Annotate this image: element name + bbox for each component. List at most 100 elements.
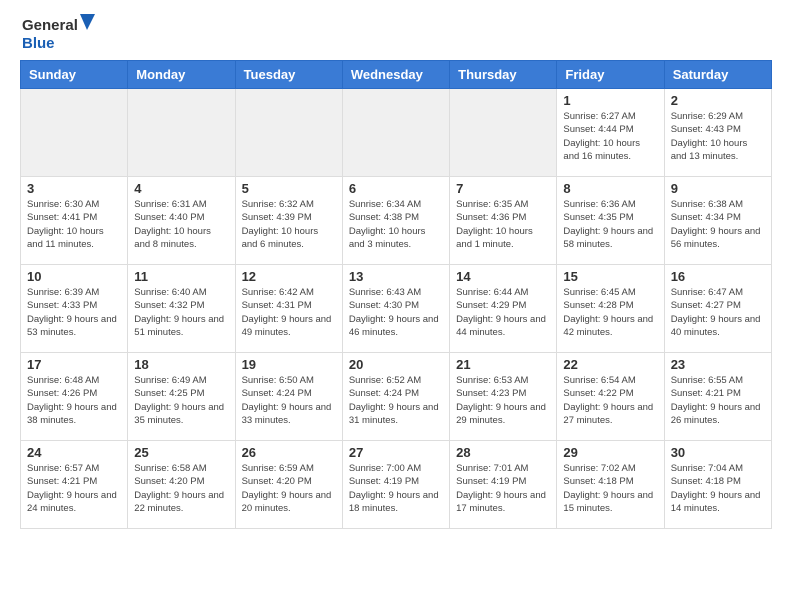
calendar-cell: 2Sunrise: 6:29 AMSunset: 4:43 PMDaylight… (664, 89, 771, 177)
weekday-header: Sunday (21, 61, 128, 89)
calendar-cell (128, 89, 235, 177)
day-info-line: Daylight: 9 hours and 20 minutes. (242, 489, 336, 516)
day-info-line: Sunrise: 7:02 AM (563, 462, 657, 475)
day-info-line: Sunset: 4:28 PM (563, 299, 657, 312)
day-info-line: Daylight: 10 hours and 1 minute. (456, 225, 550, 252)
day-number: 8 (563, 181, 657, 196)
calendar-cell: 28Sunrise: 7:01 AMSunset: 4:19 PMDayligh… (450, 441, 557, 529)
calendar-cell: 17Sunrise: 6:48 AMSunset: 4:26 PMDayligh… (21, 353, 128, 441)
day-info-line: Sunset: 4:20 PM (242, 475, 336, 488)
weekday-header: Tuesday (235, 61, 342, 89)
day-number: 10 (27, 269, 121, 284)
day-number: 13 (349, 269, 443, 284)
calendar-cell (235, 89, 342, 177)
day-info-line: Daylight: 9 hours and 26 minutes. (671, 401, 765, 428)
day-info-line: Daylight: 9 hours and 46 minutes. (349, 313, 443, 340)
day-info-line: Daylight: 9 hours and 17 minutes. (456, 489, 550, 516)
day-number: 15 (563, 269, 657, 284)
day-info-line: Sunrise: 6:49 AM (134, 374, 228, 387)
day-info-line: Daylight: 9 hours and 15 minutes. (563, 489, 657, 516)
day-info-line: Sunrise: 6:32 AM (242, 198, 336, 211)
calendar-week-row: 1Sunrise: 6:27 AMSunset: 4:44 PMDaylight… (21, 89, 772, 177)
calendar-cell: 15Sunrise: 6:45 AMSunset: 4:28 PMDayligh… (557, 265, 664, 353)
day-info-line: Sunset: 4:21 PM (671, 387, 765, 400)
day-info-line: Sunrise: 6:34 AM (349, 198, 443, 211)
svg-text:Blue: Blue (22, 35, 55, 52)
day-number: 14 (456, 269, 550, 284)
calendar-cell: 6Sunrise: 6:34 AMSunset: 4:38 PMDaylight… (342, 177, 449, 265)
day-info-line: Sunrise: 6:58 AM (134, 462, 228, 475)
day-info-line: Sunrise: 6:47 AM (671, 286, 765, 299)
day-info-line: Daylight: 9 hours and 42 minutes. (563, 313, 657, 340)
calendar-cell: 1Sunrise: 6:27 AMSunset: 4:44 PMDaylight… (557, 89, 664, 177)
day-info-line: Daylight: 9 hours and 24 minutes. (27, 489, 121, 516)
day-number: 25 (134, 445, 228, 460)
day-info-line: Sunrise: 6:35 AM (456, 198, 550, 211)
day-info-line: Daylight: 9 hours and 18 minutes. (349, 489, 443, 516)
day-info-line: Daylight: 10 hours and 8 minutes. (134, 225, 228, 252)
day-info-line: Sunset: 4:43 PM (671, 123, 765, 136)
day-number: 29 (563, 445, 657, 460)
day-info-line: Sunrise: 6:57 AM (27, 462, 121, 475)
day-info-line: Sunset: 4:29 PM (456, 299, 550, 312)
day-number: 24 (27, 445, 121, 460)
day-info-line: Sunset: 4:44 PM (563, 123, 657, 136)
calendar-cell: 16Sunrise: 6:47 AMSunset: 4:27 PMDayligh… (664, 265, 771, 353)
day-info-line: Daylight: 9 hours and 56 minutes. (671, 225, 765, 252)
calendar-table: SundayMondayTuesdayWednesdayThursdayFrid… (20, 60, 772, 529)
day-number: 22 (563, 357, 657, 372)
day-info-line: Sunrise: 6:48 AM (27, 374, 121, 387)
day-number: 5 (242, 181, 336, 196)
day-info-line: Sunrise: 6:44 AM (456, 286, 550, 299)
day-info-line: Sunrise: 7:01 AM (456, 462, 550, 475)
day-info-line: Sunset: 4:30 PM (349, 299, 443, 312)
day-info-line: Sunrise: 6:31 AM (134, 198, 228, 211)
weekday-header: Monday (128, 61, 235, 89)
calendar-week-row: 17Sunrise: 6:48 AMSunset: 4:26 PMDayligh… (21, 353, 772, 441)
day-number: 26 (242, 445, 336, 460)
day-info-line: Sunrise: 6:38 AM (671, 198, 765, 211)
day-info-line: Sunset: 4:39 PM (242, 211, 336, 224)
calendar-cell: 25Sunrise: 6:58 AMSunset: 4:20 PMDayligh… (128, 441, 235, 529)
calendar-cell: 4Sunrise: 6:31 AMSunset: 4:40 PMDaylight… (128, 177, 235, 265)
day-info-line: Sunrise: 6:30 AM (27, 198, 121, 211)
calendar-cell (342, 89, 449, 177)
calendar-cell: 26Sunrise: 6:59 AMSunset: 4:20 PMDayligh… (235, 441, 342, 529)
logo-icon: GeneralBlue (20, 12, 100, 52)
day-info-line: Daylight: 9 hours and 27 minutes. (563, 401, 657, 428)
calendar-cell: 30Sunrise: 7:04 AMSunset: 4:18 PMDayligh… (664, 441, 771, 529)
day-info-line: Sunset: 4:38 PM (349, 211, 443, 224)
day-number: 12 (242, 269, 336, 284)
day-number: 6 (349, 181, 443, 196)
calendar-week-row: 3Sunrise: 6:30 AMSunset: 4:41 PMDaylight… (21, 177, 772, 265)
calendar-cell: 9Sunrise: 6:38 AMSunset: 4:34 PMDaylight… (664, 177, 771, 265)
day-info-line: Sunset: 4:31 PM (242, 299, 336, 312)
calendar-week-row: 10Sunrise: 6:39 AMSunset: 4:33 PMDayligh… (21, 265, 772, 353)
day-info-line: Sunrise: 7:00 AM (349, 462, 443, 475)
day-info-line: Sunrise: 6:52 AM (349, 374, 443, 387)
day-info-line: Sunset: 4:24 PM (349, 387, 443, 400)
day-info-line: Daylight: 9 hours and 14 minutes. (671, 489, 765, 516)
day-info-line: Sunset: 4:23 PM (456, 387, 550, 400)
day-info-line: Sunrise: 6:39 AM (27, 286, 121, 299)
day-info-line: Sunset: 4:35 PM (563, 211, 657, 224)
day-info-line: Daylight: 9 hours and 22 minutes. (134, 489, 228, 516)
day-info-line: Sunrise: 6:54 AM (563, 374, 657, 387)
day-info-line: Sunrise: 6:29 AM (671, 110, 765, 123)
weekday-header: Wednesday (342, 61, 449, 89)
day-info-line: Sunset: 4:27 PM (671, 299, 765, 312)
day-number: 23 (671, 357, 765, 372)
day-info-line: Sunset: 4:19 PM (349, 475, 443, 488)
calendar-cell: 22Sunrise: 6:54 AMSunset: 4:22 PMDayligh… (557, 353, 664, 441)
day-info-line: Daylight: 10 hours and 13 minutes. (671, 137, 765, 164)
day-info-line: Daylight: 9 hours and 35 minutes. (134, 401, 228, 428)
day-info-line: Sunset: 4:32 PM (134, 299, 228, 312)
day-info-line: Daylight: 9 hours and 33 minutes. (242, 401, 336, 428)
day-number: 21 (456, 357, 550, 372)
calendar-week-row: 24Sunrise: 6:57 AMSunset: 4:21 PMDayligh… (21, 441, 772, 529)
day-info-line: Sunrise: 6:43 AM (349, 286, 443, 299)
weekday-header: Saturday (664, 61, 771, 89)
logo: GeneralBlue (20, 12, 104, 52)
weekday-header: Friday (557, 61, 664, 89)
calendar-cell: 8Sunrise: 6:36 AMSunset: 4:35 PMDaylight… (557, 177, 664, 265)
